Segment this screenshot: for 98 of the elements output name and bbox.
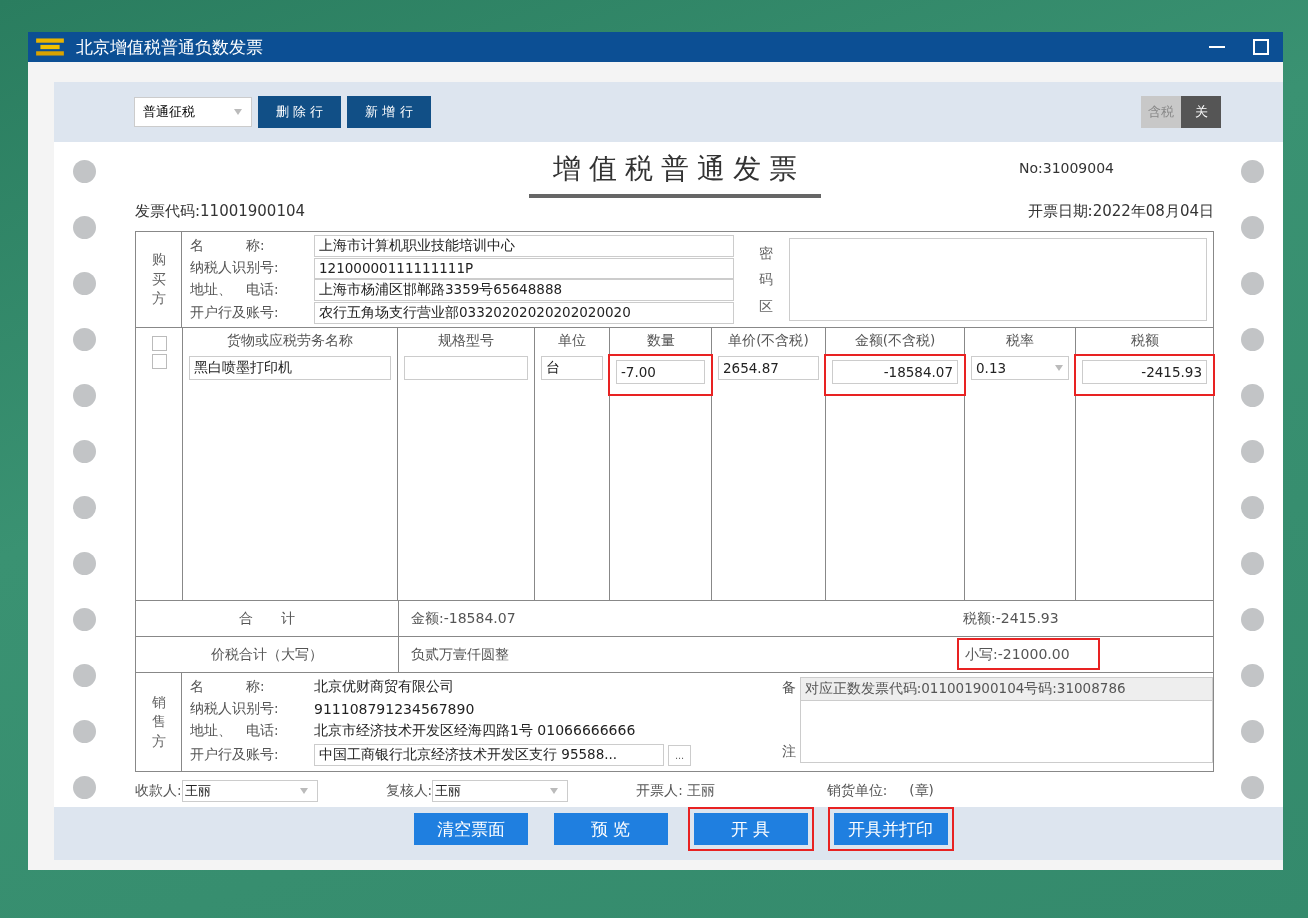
field-label: 地址、 电话: [190,281,280,300]
total-tax: 税额:-2415.93 [963,609,1060,628]
punch-hole [73,160,96,183]
input-field[interactable]: -2415.93 [1082,360,1207,384]
signature-value: 王丽 [686,782,715,800]
input-field[interactable]: -7.00 [616,360,705,384]
input-field[interactable]: 农行五角场支行营业部03320202020202020020 [314,301,734,324]
signature-label: 销货单位: [826,782,888,800]
grand-total-label: 价税合计（大写） [136,637,399,672]
field-value: 北京市经济技术开发区经海四路1号 01066666666 [314,722,636,740]
punch-hole [73,608,96,631]
invoice-code: 发票代码:11001900104 [135,202,306,221]
signer-dropdown[interactable]: 王丽 [432,780,569,802]
signature-value: (章) [909,782,934,800]
action-button[interactable]: 开 具 [693,813,808,845]
punch-hole [73,440,96,463]
tax-rate-dropdown[interactable]: 0.13 [971,356,1069,380]
punch-hole [1241,328,1264,351]
field-label: 开户行及账号: [190,746,280,764]
field-label: 纳税人识别号: [190,700,280,718]
punch-hole [73,720,96,743]
more-button[interactable]: ... [668,744,692,766]
invoice-title: 增值税普通发票 [528,150,821,198]
input-field[interactable]: 12100000111111111P [314,257,734,279]
total-label: 合 计 [136,601,399,636]
punch-hole [1241,496,1264,519]
invoice-date: 开票日期:2022年08月04日 [1027,202,1214,221]
caret-icon [549,787,560,795]
column-header: 金额(不含税) [853,331,937,350]
punch-hole [73,216,96,239]
field-label: 纳税人识别号: [190,259,280,278]
column-header: 数量 [645,331,676,350]
punch-hole [73,496,96,519]
toolbar-button[interactable]: 新 增 行 [347,96,431,128]
field-label: 开户行及账号: [190,303,280,322]
grand-total-words: 负贰万壹仟圆整 [410,645,510,664]
cipher-area-label: 密码区 [758,243,774,316]
seller-label: 销售方 [136,673,182,771]
column-header: 单位 [557,331,587,350]
input-field[interactable]: 黑白喷墨打印机 [189,356,391,380]
punch-hole [73,328,96,351]
input-field[interactable]: 台 [541,356,603,380]
signature-label: 开票人: [636,782,683,800]
input-field[interactable]: 中国工商银行北京经济技术开发区支行 95588... [314,744,664,766]
punch-hole [1241,776,1264,799]
toolbar-button[interactable]: 删 除 行 [258,96,342,128]
punch-hole [1241,384,1264,407]
punch-hole [1241,720,1264,743]
buyer-label: 购买方 [136,232,182,327]
punch-hole [1241,552,1264,575]
input-field[interactable]: -18584.07 [832,360,958,384]
input-field[interactable] [404,356,528,380]
grand-total-figure: 小写:-21000.00 [957,637,1100,670]
checkbox[interactable] [151,336,167,351]
field-label: 地址、 电话: [190,722,280,740]
checkbox[interactable] [151,354,167,369]
column-header: 货物或应税劳务名称 [226,331,354,350]
column-header: 税额 [1129,331,1160,350]
action-button[interactable]: 清空票面 [413,813,528,845]
input-field[interactable]: 上海市杨浦区邯郸路3359号65648888 [314,279,734,302]
caret-icon [298,787,309,795]
caret-icon [1054,364,1064,372]
column-header: 单价(不含税) [727,331,810,350]
field-value: 北京优财商贸有限公司 [314,678,454,696]
punch-hole [73,664,96,687]
remarks-text: 对应正数发票代码:011001900104号码:31008786 [800,678,1212,701]
total-amount: 金额:-18584.07 [410,609,517,628]
punch-hole [1241,216,1264,239]
logo-icon [34,36,66,58]
input-field[interactable]: 2654.87 [718,356,819,380]
invoice-number: No:31009004 [1019,160,1114,176]
field-label: 名 称: [190,237,266,256]
punch-hole [1241,608,1264,631]
punch-hole [73,776,96,799]
punch-hole [73,552,96,575]
action-button[interactable]: 预 览 [553,813,668,845]
signature-label: 收款人: [135,782,182,800]
maximize-icon[interactable] [1251,37,1271,57]
punch-hole [1241,440,1264,463]
remarks-label: 注 [781,743,796,761]
tax-type-dropdown[interactable]: 普通征税 [134,97,252,127]
punch-hole [1241,160,1264,183]
column-header: 税率 [1005,331,1035,350]
field-label: 名 称: [190,678,266,696]
input-field[interactable]: 上海市计算机职业技能培训中心 [314,235,734,258]
signer-dropdown[interactable]: 王丽 [181,780,318,802]
punch-hole [73,272,96,295]
action-button[interactable]: 开具并打印 [833,813,948,845]
signature-label: 复核人: [385,782,433,800]
tax-toggle-option[interactable]: 关 [1181,96,1221,128]
caret-icon [233,108,243,116]
punch-hole [1241,664,1264,687]
remarks-label: 备 [781,679,796,697]
field-value: 911108791234567890 [314,701,475,717]
window-title: 北京增值税普通负数发票 [76,35,263,59]
punch-hole [1241,272,1264,295]
column-header: 规格型号 [437,331,495,350]
punch-hole [73,384,96,407]
